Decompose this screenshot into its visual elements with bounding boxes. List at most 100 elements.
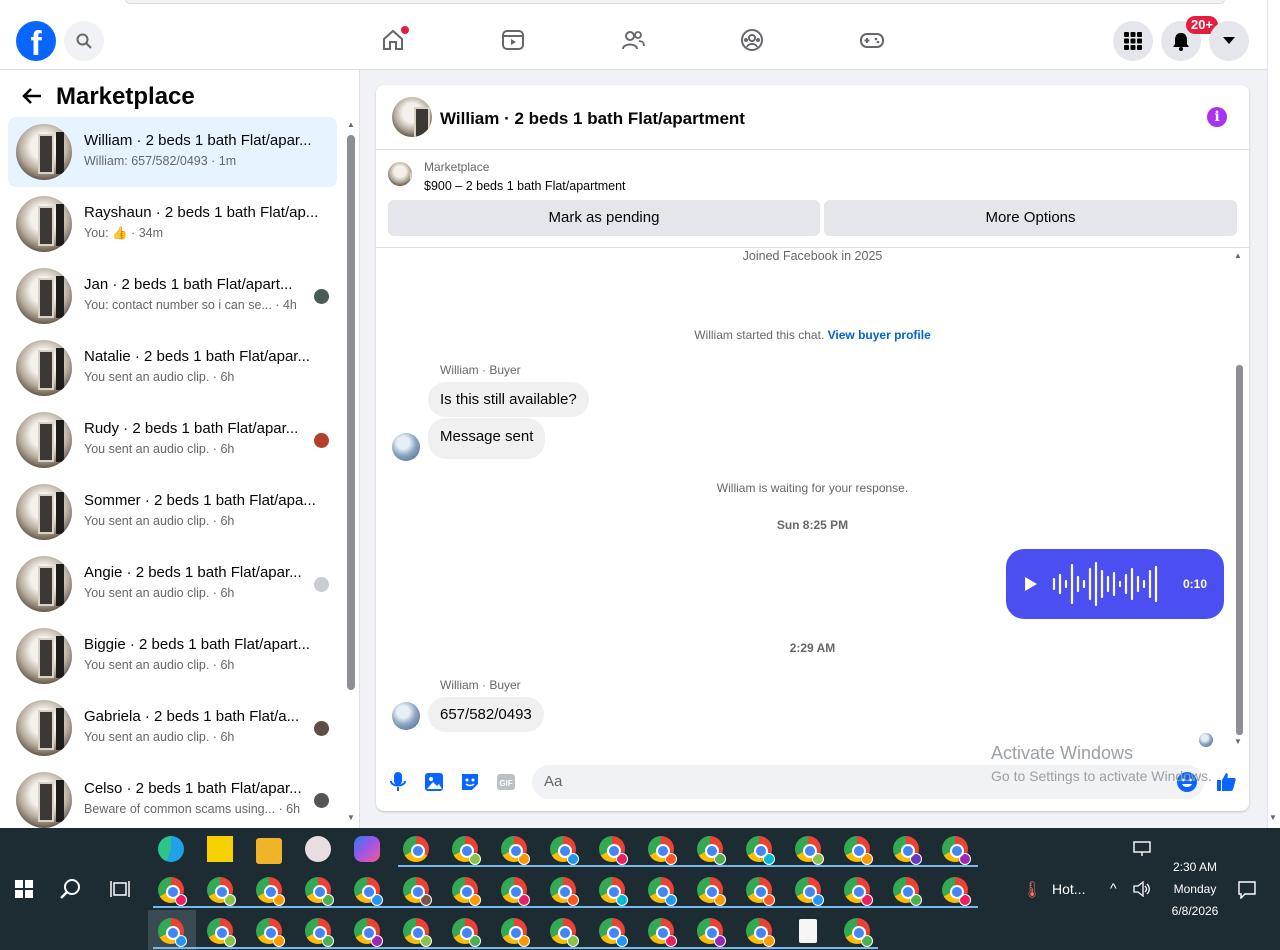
chrome-profile-icon[interactable] (599, 918, 628, 947)
task-view-icon[interactable] (110, 880, 130, 898)
clock-date[interactable]: 6/8/2026 (1160, 904, 1230, 918)
conversation-item[interactable]: Rudy · 2 beds 1 bath Flat/apar... You se… (8, 405, 337, 475)
chrome-profile-icon[interactable] (501, 836, 530, 865)
listing-small-thumbnail[interactable] (388, 162, 412, 186)
scroll-down-arrow-icon[interactable]: ▼ (347, 813, 355, 822)
sidebar-scrollbar[interactable] (347, 135, 355, 690)
chrome-profile-icon[interactable] (697, 918, 726, 947)
edge-browser-icon[interactable] (158, 836, 184, 862)
chrome-profile-icon[interactable] (697, 877, 726, 906)
chrome-icon[interactable] (403, 836, 429, 862)
sticky-notes-icon[interactable] (207, 836, 233, 862)
chrome-profile-icon[interactable] (207, 918, 236, 947)
chrome-profile-icon[interactable] (746, 918, 775, 947)
facebook-logo[interactable]: f (16, 21, 56, 61)
chrome-profile-icon[interactable] (550, 877, 579, 906)
chrome-profile-icon[interactable] (403, 918, 432, 947)
chrome-profile-icon[interactable] (795, 836, 824, 865)
app-icon[interactable] (305, 836, 331, 862)
account-button[interactable] (1209, 21, 1249, 61)
buyer-avatar[interactable] (392, 702, 420, 730)
chrome-profile-icon[interactable] (452, 836, 481, 865)
scroll-up-arrow-icon[interactable]: ▲ (347, 120, 355, 129)
conversation-item[interactable]: Jan · 2 beds 1 bath Flat/apart... You: c… (8, 261, 337, 331)
chrome-profile-icon[interactable] (942, 836, 971, 865)
chrome-profile-icon[interactable] (550, 918, 579, 947)
conversation-item[interactable]: Sommer · 2 beds 1 bath Flat/apa... You s… (8, 477, 337, 547)
speaker-icon[interactable] (1133, 881, 1151, 897)
chrome-profile-icon[interactable] (452, 877, 481, 906)
thermometer-icon[interactable]: 🌡 (1022, 880, 1042, 900)
chrome-profile-icon[interactable] (305, 877, 334, 906)
conversation-item[interactable]: Rayshaun · 2 beds 1 bath Flat/ap... You:… (8, 189, 337, 259)
chrome-profile-icon[interactable] (403, 877, 432, 906)
more-options-button[interactable]: More Options (824, 200, 1237, 236)
gaming-tab[interactable] (857, 25, 887, 55)
chrome-profile-icon[interactable] (844, 836, 873, 865)
clock-time[interactable]: 2:30 AM (1160, 860, 1230, 874)
chrome-profile-icon[interactable] (746, 836, 775, 865)
conversation-item[interactable]: Gabriela · 2 beds 1 bath Flat/a... You s… (8, 693, 337, 763)
copilot-icon[interactable] (354, 836, 380, 862)
chrome-profile-icon[interactable] (746, 877, 775, 906)
clock-day[interactable]: Monday (1160, 882, 1230, 896)
thumbs-up-icon[interactable] (1215, 771, 1237, 793)
chrome-profile-icon[interactable] (942, 877, 971, 906)
chrome-profile-icon[interactable] (501, 918, 530, 947)
message-bubble[interactable]: Is this still available? (428, 382, 589, 417)
chrome-profile-icon[interactable] (550, 836, 579, 865)
view-buyer-profile-link[interactable]: View buyer profile (828, 328, 931, 342)
gif-icon[interactable]: GIF (495, 771, 517, 793)
chrome-profile-icon[interactable] (158, 918, 187, 947)
document-icon[interactable] (799, 919, 817, 943)
chrome-profile-icon[interactable] (697, 836, 726, 865)
chat-scroll-down-icon[interactable]: ▼ (1234, 737, 1242, 746)
friends-tab[interactable] (618, 25, 648, 55)
conversation-item[interactable]: Celso · 2 beds 1 bath Flat/apar... Bewar… (8, 765, 337, 835)
conversation-item[interactable]: Angie · 2 beds 1 bath Flat/apar... You s… (8, 549, 337, 619)
chat-listing-thumbnail[interactable] (392, 97, 432, 137)
listing-price[interactable]: $900 – 2 beds 1 bath Flat/apartment (424, 179, 626, 193)
chrome-profile-icon[interactable] (844, 918, 873, 947)
conversation-item[interactable]: Natalie · 2 beds 1 bath Flat/apar... You… (8, 333, 337, 403)
chat-scrollbar[interactable] (1236, 365, 1243, 735)
chrome-profile-icon[interactable] (599, 836, 628, 865)
message-bubble[interactable]: Message sent (428, 418, 546, 459)
chrome-profile-icon[interactable] (648, 877, 677, 906)
message-bubble[interactable]: 657/582/0493 (428, 697, 544, 732)
chrome-profile-icon[interactable] (354, 918, 383, 947)
info-icon[interactable]: i (1207, 107, 1227, 127)
windows-start-icon[interactable] (15, 880, 33, 898)
notification-center-icon[interactable] (1238, 881, 1256, 899)
chrome-profile-icon[interactable] (256, 918, 285, 947)
conversation-item[interactable]: William · 2 beds 1 bath Flat/apar... Wil… (8, 117, 337, 187)
buyer-avatar[interactable] (392, 433, 420, 461)
file-explorer-icon[interactable] (256, 838, 282, 864)
sticker-icon[interactable] (459, 771, 481, 793)
conversation-item[interactable]: Biggie · 2 beds 1 bath Flat/apart... You… (8, 621, 337, 691)
chrome-profile-icon[interactable] (648, 918, 677, 947)
back-arrow-icon[interactable] (20, 84, 44, 108)
mark-as-pending-button[interactable]: Mark as pending (388, 200, 820, 236)
microphone-icon[interactable] (387, 771, 409, 793)
chrome-profile-icon[interactable] (452, 918, 481, 947)
play-icon[interactable] (1024, 577, 1038, 591)
chrome-profile-icon[interactable] (844, 877, 873, 906)
chrome-profile-icon[interactable] (501, 877, 530, 906)
chrome-profile-icon[interactable] (893, 836, 922, 865)
browser-address-bar[interactable] (125, 0, 1225, 4)
chrome-profile-icon[interactable] (256, 877, 285, 906)
search-icon[interactable] (60, 878, 82, 900)
page-scroll-down-icon[interactable]: ▼ (1269, 813, 1277, 822)
chrome-profile-icon[interactable] (158, 877, 187, 906)
search-button[interactable] (64, 21, 104, 61)
groups-tab[interactable] (737, 25, 767, 55)
chrome-profile-icon[interactable] (354, 877, 383, 906)
chrome-profile-icon[interactable] (599, 877, 628, 906)
image-icon[interactable] (423, 771, 445, 793)
reels-tab[interactable] (498, 25, 528, 55)
page-scrollbar[interactable] (1267, 0, 1280, 828)
chevron-up-icon[interactable]: ^ (1110, 880, 1117, 896)
chat-scroll-up-icon[interactable]: ▲ (1234, 251, 1242, 260)
network-icon[interactable] (1133, 841, 1151, 857)
